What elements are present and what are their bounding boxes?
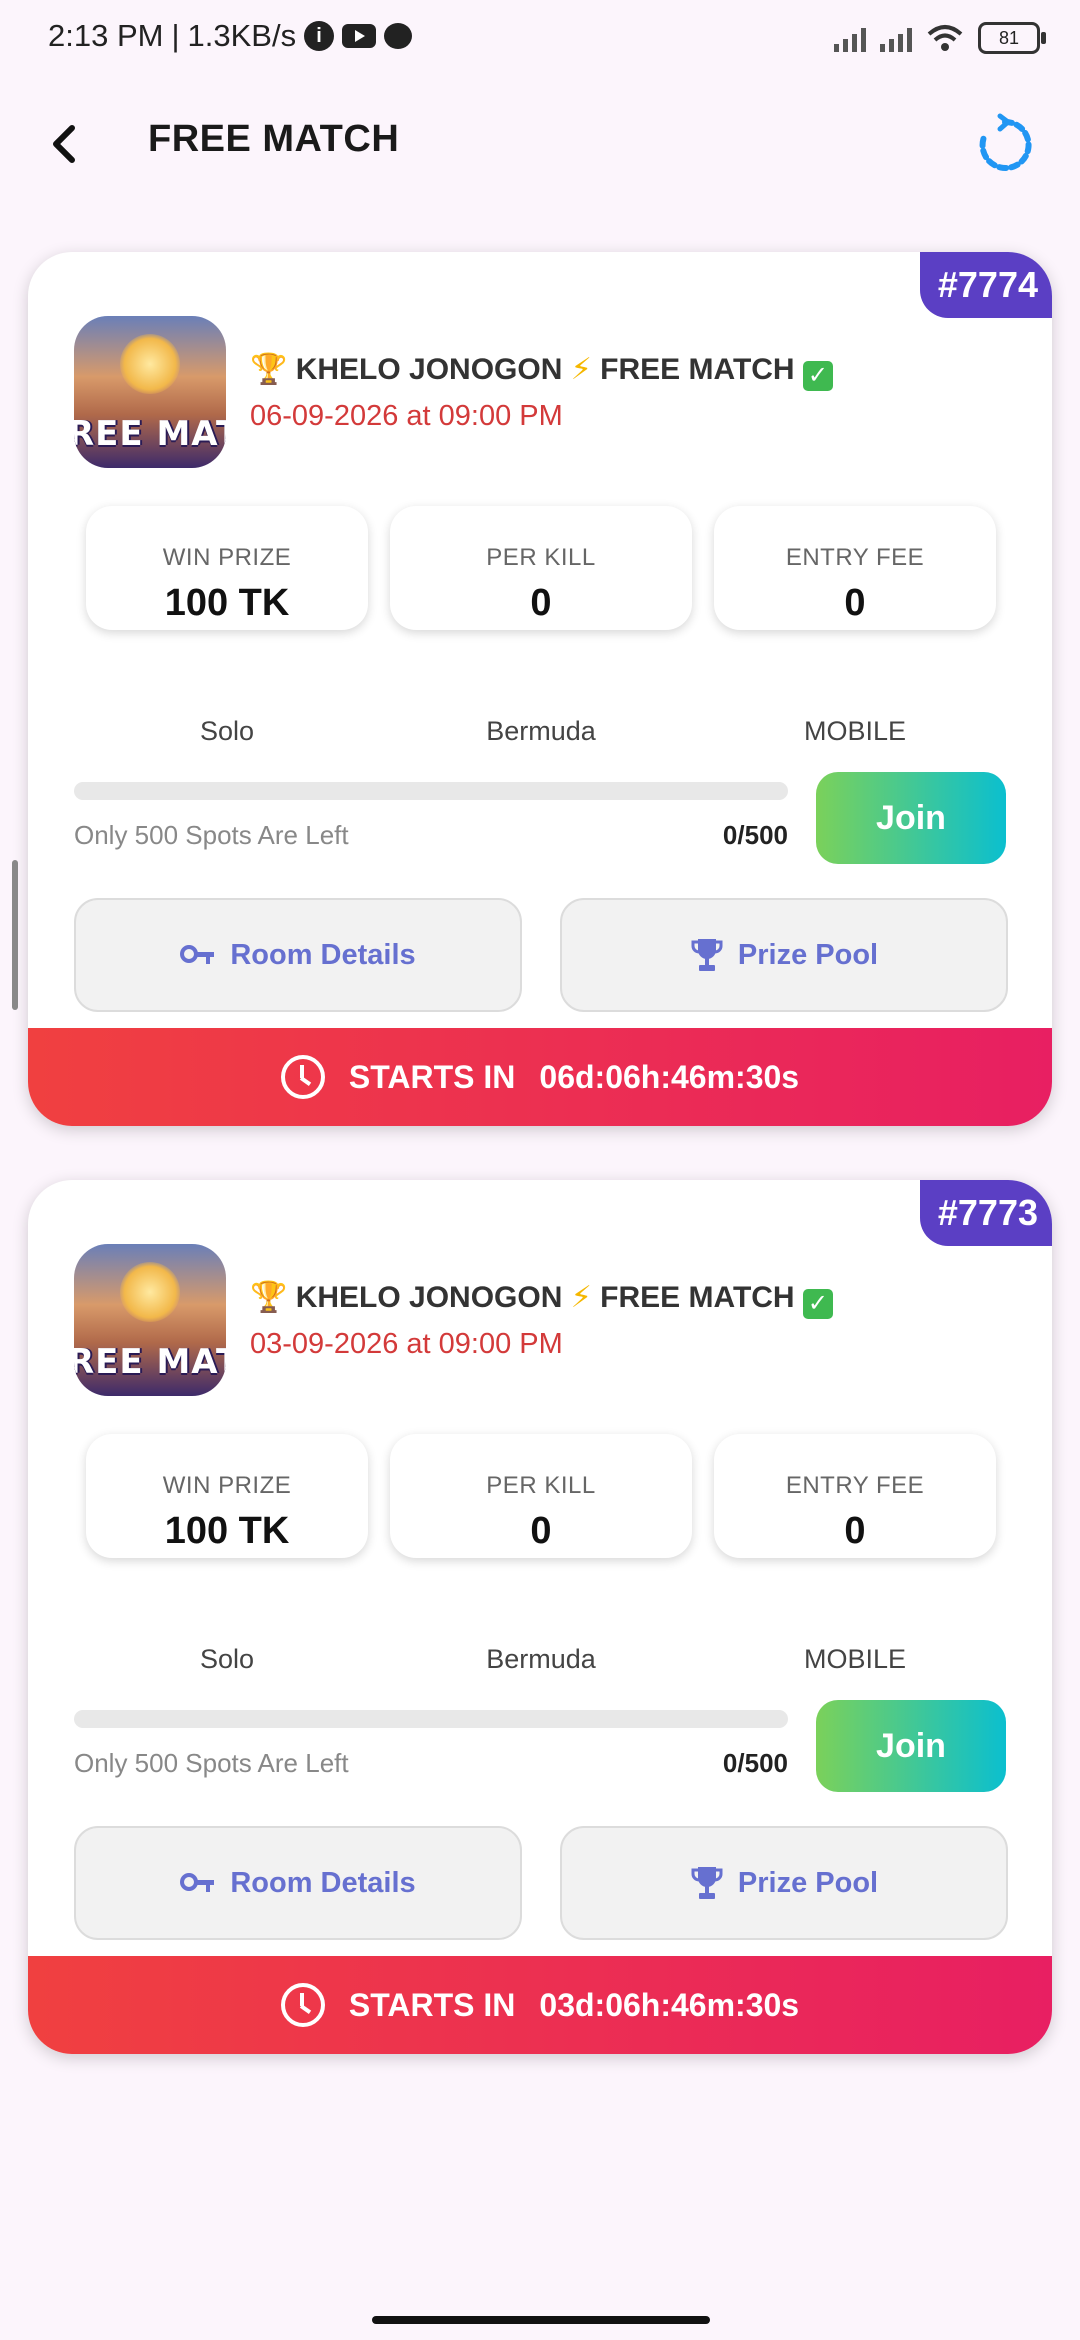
clock-icon bbox=[280, 1055, 325, 1099]
spots-left-text: Only 500 Spots Are Left bbox=[74, 1748, 349, 1778]
back-button[interactable] bbox=[38, 114, 98, 174]
match-platform: MOBILE bbox=[803, 716, 907, 746]
info-icon: i bbox=[304, 21, 335, 51]
starts-in-bar: STARTS IN 03d:06h:46m:30s bbox=[28, 1956, 1052, 2054]
page-title: FREE MATCH bbox=[148, 118, 400, 160]
spots-progress-bar bbox=[74, 1710, 788, 1728]
stat-label: ENTRY FEE bbox=[785, 1472, 925, 1499]
match-type: Solo bbox=[199, 716, 255, 746]
stat-entry-fee: ENTRY FEE 0 bbox=[714, 506, 996, 630]
trophy-icon bbox=[691, 1867, 723, 1899]
thumbnail-sun bbox=[120, 334, 180, 394]
stat-label: PER KILL bbox=[486, 1472, 596, 1499]
match-title-part2: FREE MATCH bbox=[600, 353, 795, 386]
status-separator: | bbox=[171, 18, 180, 53]
match-title: 🏆 KHELO JONOGON ⚡ FREE MATCH ✓ bbox=[250, 1280, 833, 1319]
trophy-emoji-icon: 🏆 bbox=[250, 353, 288, 386]
room-details-button[interactable]: Room Details bbox=[74, 1826, 522, 1940]
status-bar: 2:13 PM | 1.3KB/s i 81 bbox=[0, 0, 1080, 78]
spots-progress-bar bbox=[74, 782, 788, 800]
youtube-icon bbox=[342, 24, 377, 48]
match-platform: MOBILE bbox=[803, 1644, 907, 1674]
trophy-emoji-icon: 🏆 bbox=[250, 1281, 288, 1314]
trophy-icon bbox=[691, 939, 723, 971]
starts-in-label: STARTS IN bbox=[348, 1058, 516, 1095]
status-left: 2:13 PM | 1.3KB/s i bbox=[48, 18, 413, 54]
stat-label: ENTRY FEE bbox=[785, 544, 925, 571]
stat-per-kill: PER KILL 0 bbox=[390, 506, 692, 630]
starts-in-bar: STARTS IN 06d:06h:46m:30s bbox=[28, 1028, 1052, 1126]
check-icon: ✓ bbox=[802, 1289, 833, 1319]
clock-icon bbox=[280, 1983, 325, 2027]
signal-icon bbox=[834, 24, 866, 52]
lightning-icon: ⚡ bbox=[570, 353, 592, 386]
refresh-icon bbox=[979, 113, 1032, 171]
match-map: Bermuda bbox=[486, 1644, 596, 1674]
status-time: 2:13 PM bbox=[48, 18, 164, 53]
stat-label: PER KILL bbox=[486, 544, 596, 571]
spots-count: 0/500 bbox=[722, 1748, 788, 1778]
prize-pool-label: Prize Pool bbox=[737, 1866, 879, 1899]
app-header: FREE MATCH bbox=[0, 100, 1080, 190]
status-right: 81 bbox=[834, 22, 1046, 54]
countdown-timer: 03d:06h:46m:30s bbox=[539, 1986, 800, 2023]
room-details-button[interactable]: Room Details bbox=[74, 898, 522, 1012]
stat-win-prize: WIN PRIZE 100 TK bbox=[86, 506, 368, 630]
prize-pool-button[interactable]: Prize Pool bbox=[560, 898, 1008, 1012]
stat-entry-fee: ENTRY FEE 0 bbox=[714, 1434, 996, 1558]
chat-icon bbox=[384, 23, 413, 49]
stat-value: 0 bbox=[844, 582, 866, 624]
match-date: 06-09-2026 at 09:00 PM bbox=[250, 400, 563, 432]
stat-label: WIN PRIZE bbox=[162, 1472, 292, 1499]
match-date: 03-09-2026 at 09:00 PM bbox=[250, 1328, 563, 1360]
home-indicator[interactable] bbox=[372, 2316, 710, 2324]
room-details-label: Room Details bbox=[230, 1866, 416, 1899]
match-title-part2: FREE MATCH bbox=[600, 1281, 795, 1314]
lightning-icon: ⚡ bbox=[570, 1281, 592, 1314]
spots-left-text: Only 500 Spots Are Left bbox=[74, 820, 349, 850]
status-speed: 1.3KB/s bbox=[187, 18, 297, 53]
refresh-button[interactable] bbox=[970, 110, 1040, 180]
match-thumbnail: REE MATC bbox=[74, 1244, 226, 1396]
match-title: 🏆 KHELO JONOGON ⚡ FREE MATCH ✓ bbox=[250, 352, 833, 391]
countdown-timer: 06d:06h:46m:30s bbox=[539, 1058, 800, 1095]
starts-in-label: STARTS IN bbox=[348, 1986, 516, 2023]
match-map: Bermuda bbox=[486, 716, 596, 746]
match-thumbnail: REE MATC bbox=[74, 316, 226, 468]
signal-icon-2 bbox=[880, 24, 912, 52]
wifi-icon bbox=[927, 25, 963, 51]
check-icon: ✓ bbox=[802, 361, 833, 391]
match-title-part1: KHELO JONOGON bbox=[295, 1281, 563, 1314]
key-icon bbox=[180, 943, 216, 967]
match-title-part1: KHELO JONOGON bbox=[295, 353, 563, 386]
stat-value: 0 bbox=[530, 582, 552, 624]
back-arrow-icon bbox=[53, 125, 75, 163]
stat-label: WIN PRIZE bbox=[162, 544, 292, 571]
room-details-label: Room Details bbox=[230, 938, 416, 971]
thumbnail-text: REE MATC bbox=[74, 1342, 226, 1382]
match-type: Solo bbox=[199, 1644, 255, 1674]
spots-count: 0/500 bbox=[722, 820, 788, 850]
prize-pool-button[interactable]: Prize Pool bbox=[560, 1826, 1008, 1940]
join-button[interactable]: Join bbox=[816, 1700, 1006, 1792]
thumbnail-sun bbox=[120, 1262, 180, 1322]
scroll-indicator[interactable] bbox=[12, 860, 18, 1010]
stat-value: 0 bbox=[844, 1510, 866, 1552]
key-icon bbox=[180, 1871, 216, 1895]
stat-per-kill: PER KILL 0 bbox=[390, 1434, 692, 1558]
stat-value: 100 TK bbox=[164, 1510, 290, 1552]
match-card[interactable]: #7773 REE MATC 🏆 KHELO JONOGON ⚡ FREE MA… bbox=[28, 1180, 1052, 2054]
thumbnail-text: REE MATC bbox=[74, 414, 226, 454]
prize-pool-label: Prize Pool bbox=[737, 938, 879, 971]
match-id-badge: #7774 bbox=[919, 252, 1052, 318]
stat-win-prize: WIN PRIZE 100 TK bbox=[86, 1434, 368, 1558]
stat-value: 0 bbox=[530, 1510, 552, 1552]
join-button[interactable]: Join bbox=[816, 772, 1006, 864]
match-id-badge: #7773 bbox=[919, 1180, 1052, 1246]
battery-icon: 81 bbox=[978, 22, 1046, 54]
match-card[interactable]: #7774 REE MATC 🏆 KHELO JONOGON ⚡ FREE MA… bbox=[28, 252, 1052, 1126]
stat-value: 100 TK bbox=[164, 582, 290, 624]
